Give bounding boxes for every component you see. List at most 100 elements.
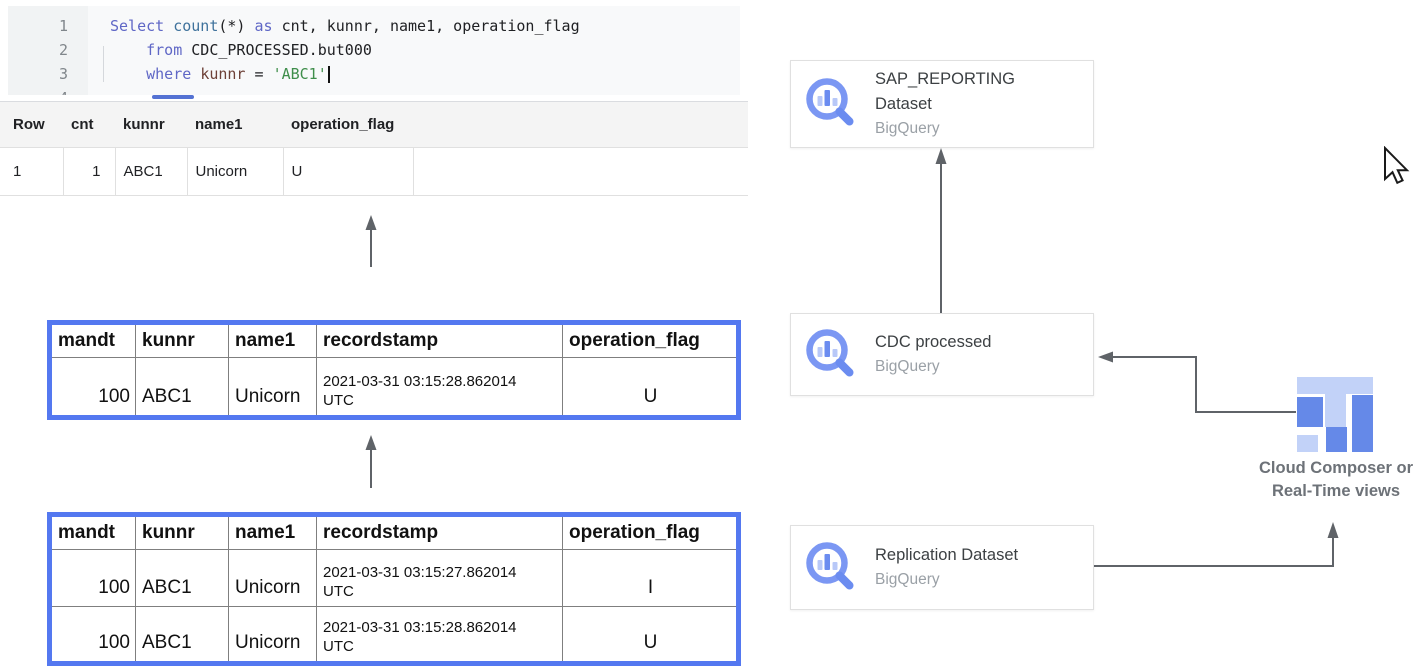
column-header: Row [0, 102, 63, 148]
column-header: recordstamp [317, 515, 563, 550]
cell: 100 [50, 550, 136, 607]
bigquery-icon [803, 539, 861, 597]
card-sap-reporting-dataset: SAP_REPORTING Dataset BigQuery [790, 60, 1094, 148]
query-results-table: Rowcntkunnrname1operation_flag 11ABC1Uni… [0, 101, 748, 196]
code-token: = [245, 65, 272, 83]
cell: Unicorn [229, 358, 317, 418]
cell: Unicorn [229, 607, 317, 664]
code-token: where [146, 65, 191, 83]
cdc-processed-table: mandtkunnrname1recordstampoperation_flag… [47, 320, 741, 420]
replication-table-header: mandtkunnrname1recordstampoperation_flag [50, 515, 739, 550]
arrowhead-up-icon [1328, 522, 1339, 538]
column-header: mandt [50, 515, 136, 550]
code-line: Select count(*) as cnt, kunnr, name1, op… [110, 14, 740, 38]
mouse-cursor-icon [1383, 146, 1411, 190]
table-header-row: Rowcntkunnrname1operation_flag [0, 102, 748, 148]
text-caret [328, 66, 330, 83]
line-number: 2 [8, 38, 88, 62]
code-token: count [173, 17, 218, 35]
replication-table-body: 100ABC1Unicorn2021-03-31 03:15:27.862014… [50, 550, 739, 664]
cell: U [283, 148, 413, 196]
card-title: SAP_REPORTING Dataset [875, 67, 1015, 117]
composer-block [1326, 427, 1347, 452]
composer-label: Cloud Composer or Real-Time views [1240, 457, 1416, 503]
column-header: operation_flag [563, 515, 739, 550]
cell: Unicorn [229, 550, 317, 607]
indent-guide [103, 46, 104, 82]
card-subtitle: BigQuery [875, 117, 1015, 141]
arrowhead-up-icon [366, 435, 377, 450]
results-header: Rowcntkunnrname1operation_flag [0, 102, 748, 148]
arrowhead-up-icon [936, 148, 947, 164]
code-token [110, 65, 146, 83]
cell: 100 [50, 358, 136, 418]
results-body: 11ABC1UnicornU [0, 148, 748, 196]
card-replication-dataset: Replication Dataset BigQuery [790, 525, 1094, 610]
cloud-composer-icon [1296, 376, 1374, 453]
table-row: 100ABC1Unicorn2021-03-31 03:15:28.862014… [50, 607, 739, 664]
composer-block [1297, 397, 1323, 427]
line-number: 1 [8, 14, 88, 38]
cell: 1 [0, 148, 63, 196]
cell: U [563, 607, 739, 664]
column-header: mandt [50, 323, 136, 358]
table-row: 100ABC1Unicorn2021-03-31 03:15:27.862014… [50, 550, 739, 607]
column-header: name1 [229, 515, 317, 550]
code-token [110, 41, 146, 59]
arrowhead-up-icon [366, 215, 377, 230]
cell: ABC1 [136, 607, 229, 664]
line-number: 4 [8, 86, 88, 95]
code-token: 'ABC1' [273, 65, 327, 83]
composer-block [1297, 377, 1373, 394]
code-token: from [146, 41, 182, 59]
composer-block [1325, 394, 1346, 427]
tab-indicator [152, 95, 194, 99]
arrow-composer-to-cdc-card [1106, 357, 1296, 412]
table-row: 100ABC1Unicorn2021-03-31 03:15:28.862014… [50, 358, 739, 418]
replication-table: mandtkunnrname1recordstampoperation_flag… [47, 512, 741, 666]
table-header-row: mandtkunnrname1recordstampoperation_flag [50, 515, 739, 550]
card-subtitle: BigQuery [875, 568, 1018, 592]
bigquery-icon [803, 75, 861, 133]
editor-line-numbers: 1234 [8, 6, 88, 95]
card-cdc-processed: CDC processed BigQuery [790, 313, 1094, 396]
column-header: cnt [63, 102, 115, 148]
cdc-table-body: 100ABC1Unicorn2021-03-31 03:15:28.862014… [50, 358, 739, 418]
code-token: cnt, kunnr, name1, operation_flag [273, 17, 580, 35]
cell: 2021-03-31 03:15:28.862014 UTC [317, 607, 563, 664]
arrowhead-left-icon [1098, 352, 1113, 363]
composer-block [1297, 435, 1318, 452]
card-title: CDC processed [875, 330, 991, 355]
bigquery-icon [803, 326, 861, 384]
cell: 2021-03-31 03:15:28.862014 UTC [317, 358, 563, 418]
cell: I [563, 550, 739, 607]
column-header: name1 [229, 323, 317, 358]
sql-editor[interactable]: 1234 Select count(*) as cnt, kunnr, name… [8, 6, 740, 95]
cell: 100 [50, 607, 136, 664]
card-title: Replication Dataset [875, 543, 1018, 568]
column-header: kunnr [136, 515, 229, 550]
column-header: kunnr [136, 323, 229, 358]
diagram-canvas: 1234 Select count(*) as cnt, kunnr, name… [0, 0, 1416, 671]
line-number: 3 [8, 62, 88, 86]
cell: 2021-03-31 03:15:27.862014 UTC [317, 550, 563, 607]
card-subtitle: BigQuery [875, 355, 991, 379]
arrow-replication-card-to-composer [1092, 531, 1333, 566]
cell: ABC1 [136, 358, 229, 418]
code-token: CDC_PROCESSED.but000 [182, 41, 372, 59]
code-token: kunnr [200, 65, 245, 83]
column-header: operation_flag [283, 102, 413, 148]
code-token [191, 65, 200, 83]
cell: Unicorn [187, 148, 283, 196]
editor-code-area[interactable]: Select count(*) as cnt, kunnr, name1, op… [88, 6, 740, 95]
code-token: as [255, 17, 273, 35]
cell: ABC1 [136, 550, 229, 607]
column-header: kunnr [115, 102, 187, 148]
cell-filler [413, 148, 748, 196]
column-header: operation_flag [563, 323, 739, 358]
column-header: recordstamp [317, 323, 563, 358]
table-header-row: mandtkunnrname1recordstampoperation_flag [50, 323, 739, 358]
cell: ABC1 [115, 148, 187, 196]
cell: 1 [63, 148, 115, 196]
code-token: (*) [218, 17, 254, 35]
